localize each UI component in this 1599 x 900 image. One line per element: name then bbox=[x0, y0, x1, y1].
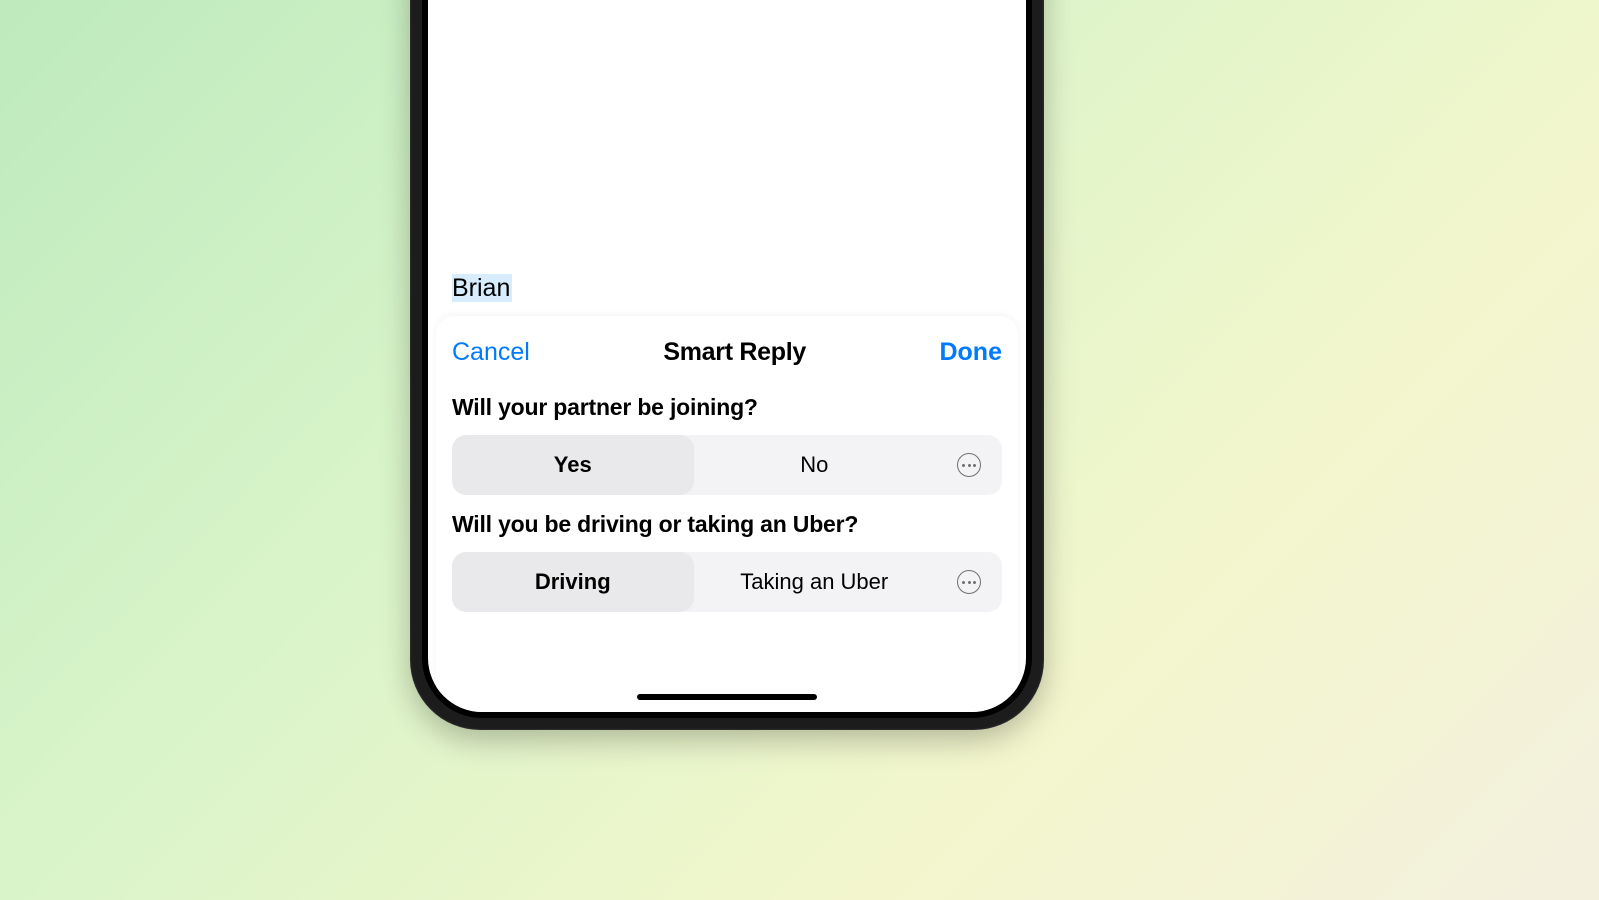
segmented-control-2: Driving Taking an Uber bbox=[452, 552, 1002, 612]
ellipsis-icon bbox=[957, 570, 981, 594]
email-signature: Brian bbox=[452, 274, 512, 302]
option-driving[interactable]: Driving bbox=[452, 552, 694, 612]
question-2-prompt: Will you be driving or taking an Uber? bbox=[452, 511, 1002, 538]
question-block-1: Will your partner be joining? Yes No bbox=[452, 394, 1002, 495]
option-uber[interactable]: Taking an Uber bbox=[694, 552, 936, 612]
sheet-title: Smart Reply bbox=[663, 338, 806, 367]
question-1-prompt: Will your partner be joining? bbox=[452, 394, 1002, 421]
option-yes[interactable]: Yes bbox=[452, 435, 694, 495]
email-body-area: Thanks for the invite! We'll be there an… bbox=[428, 0, 1026, 316]
smart-reply-sheet: Cancel Smart Reply Done Will your partne… bbox=[436, 316, 1018, 712]
background: Thanks for the invite! We'll be there an… bbox=[0, 0, 1599, 900]
cancel-button[interactable]: Cancel bbox=[452, 338, 530, 367]
home-indicator[interactable] bbox=[637, 694, 817, 700]
more-options-button-2[interactable] bbox=[935, 552, 1002, 612]
phone-screen: Thanks for the invite! We'll be there an… bbox=[428, 0, 1026, 712]
option-no[interactable]: No bbox=[694, 435, 936, 495]
question-block-2: Will you be driving or taking an Uber? D… bbox=[452, 511, 1002, 612]
ellipsis-icon bbox=[957, 453, 981, 477]
phone-frame: Thanks for the invite! We'll be there an… bbox=[410, 0, 1044, 730]
sheet-header: Cancel Smart Reply Done bbox=[452, 326, 1002, 378]
phone-bezel: Thanks for the invite! We'll be there an… bbox=[422, 0, 1032, 718]
more-options-button-1[interactable] bbox=[935, 435, 1002, 495]
done-button[interactable]: Done bbox=[939, 338, 1002, 367]
segmented-control-1: Yes No bbox=[452, 435, 1002, 495]
